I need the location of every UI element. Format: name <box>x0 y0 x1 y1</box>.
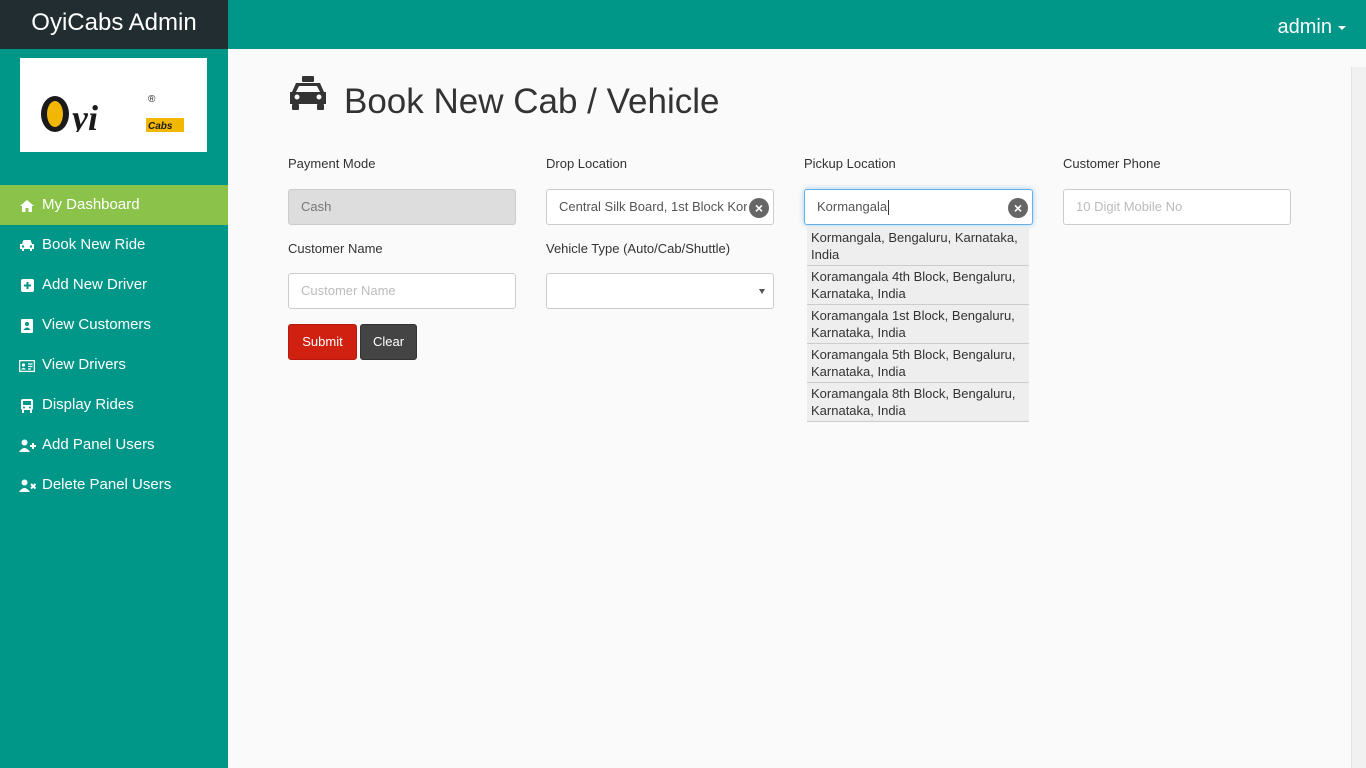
suggestion-line1: Koramangala 8th Block, Bengaluru, <box>811 386 1016 401</box>
suggestion-line2: India <box>811 247 840 262</box>
suggestion-item[interactable]: Koramangala 8th Block, Bengaluru, Karnata… <box>807 383 1029 422</box>
customer-name-label: Customer Name <box>288 241 383 256</box>
sidebar-item-add-panel-users[interactable]: Add Panel Users <box>0 425 228 465</box>
suggestion-line2: Karnataka, India <box>811 286 906 301</box>
suggestion-item[interactable]: Kormangala, Bengaluru, Karnataka, India <box>807 227 1029 266</box>
sidebar-item-display-rides[interactable]: Display Rides <box>0 385 228 425</box>
logo-text: yi <box>68 98 98 132</box>
payment-mode-label: Payment Mode <box>288 156 376 171</box>
user-menu-label: admin <box>1277 16 1332 38</box>
bus-icon <box>18 385 36 425</box>
suggestion-line1: Koramangala 5th Block, Bengaluru, <box>811 347 1016 362</box>
vehicle-type-label: Vehicle Type (Auto/Cab/Shuttle) <box>546 241 731 256</box>
drop-location-value: Central Silk Board, 1st Block Koramangal… <box>559 199 747 214</box>
logo: yi Cabs ® <box>20 58 207 152</box>
customer-phone-placeholder: 10 Digit Mobile No <box>1076 199 1183 214</box>
sidebar-item-add-new-driver[interactable]: Add New Driver <box>0 265 228 305</box>
suggestion-line1: Kormangala, Bengaluru, Karnataka, <box>811 230 1018 245</box>
logo-registered-mark: ® <box>148 94 156 105</box>
page-title-text: Book New Cab / Vehicle <box>344 81 720 121</box>
user-times-icon <box>18 465 36 505</box>
text-cursor <box>888 200 890 216</box>
customer-name-input[interactable]: Customer Name <box>288 273 516 309</box>
clear-button[interactable]: Clear <box>360 324 417 360</box>
suggestion-line1: Koramangala 4th Block, Bengaluru, <box>811 269 1016 284</box>
suggestion-line2: Karnataka, India <box>811 325 906 340</box>
sidebar-nav: My Dashboard Book New Ride Add New Drive… <box>0 185 228 505</box>
customer-name-placeholder: Customer Name <box>301 283 396 298</box>
logo-sub-text: Cabs <box>148 121 173 132</box>
clear-pickup-location-icon[interactable]: × <box>1008 198 1028 218</box>
suggestion-item[interactable]: Koramangala 4th Block, Bengaluru, Karnata… <box>807 266 1029 305</box>
suggestion-line2: Karnataka, India <box>811 403 906 418</box>
pickup-location-label: Pickup Location <box>804 156 896 171</box>
home-icon <box>18 185 36 225</box>
address-book-icon <box>18 305 36 345</box>
sidebar-item-label: Display Rides <box>42 396 134 413</box>
page-title: Book New Cab / Vehicle <box>288 76 720 126</box>
caret-down-icon <box>1338 25 1346 30</box>
sidebar-item-view-drivers[interactable]: View Drivers <box>0 345 228 385</box>
page-scrollbar[interactable] <box>1351 67 1366 768</box>
sidebar-item-label: View Customers <box>42 316 151 333</box>
suggestion-item[interactable]: Koramangala 1st Block, Bengaluru, Karnata… <box>807 305 1029 344</box>
sidebar: yi Cabs ® My Dashboard Book New Ride Add… <box>0 49 228 768</box>
customer-phone-label: Customer Phone <box>1063 156 1161 171</box>
pickup-location-input[interactable]: Kormangala × <box>804 189 1033 225</box>
clear-drop-location-icon[interactable]: × <box>749 198 769 218</box>
sidebar-item-label: My Dashboard <box>42 196 140 213</box>
vehicle-type-select[interactable] <box>546 273 774 309</box>
suggestion-line1: Koramangala 1st Block, Bengaluru, <box>811 308 1015 323</box>
sidebar-item-delete-panel-users[interactable]: Delete Panel Users <box>0 465 228 505</box>
app-title[interactable]: OyiCabs Admin <box>0 0 228 49</box>
drop-location-label: Drop Location <box>546 156 627 171</box>
sidebar-item-my-dashboard[interactable]: My Dashboard <box>0 185 228 225</box>
sidebar-item-view-customers[interactable]: View Customers <box>0 305 228 345</box>
pickup-location-value: Kormangala <box>817 199 888 214</box>
pickup-suggestions-dropdown: Kormangala, Bengaluru, Karnataka, India K… <box>807 227 1029 422</box>
drop-location-input[interactable]: Central Silk Board, 1st Block Koramangal… <box>546 189 774 225</box>
user-menu[interactable]: admin <box>1278 0 1346 49</box>
taxi-icon <box>288 76 328 119</box>
payment-mode-value: Cash <box>301 199 332 214</box>
select-caret-icon <box>759 289 765 294</box>
suggestion-item[interactable]: Koramangala 5th Block, Bengaluru, Karnata… <box>807 344 1029 383</box>
user-plus-icon <box>18 425 36 465</box>
suggestion-line2: Karnataka, India <box>811 364 906 379</box>
submit-button[interactable]: Submit <box>288 324 357 360</box>
sidebar-item-book-new-ride[interactable]: Book New Ride <box>0 225 228 265</box>
customer-phone-input[interactable]: 10 Digit Mobile No <box>1063 189 1291 225</box>
sidebar-item-label: Delete Panel Users <box>42 476 172 493</box>
sidebar-item-label: Add Panel Users <box>42 436 155 453</box>
sidebar-item-label: Add New Driver <box>42 276 148 293</box>
plus-square-icon <box>18 265 36 305</box>
sidebar-item-label: View Drivers <box>42 356 126 373</box>
car-icon <box>18 225 36 265</box>
sidebar-item-label: Book New Ride <box>42 236 146 253</box>
id-card-icon <box>18 345 36 385</box>
payment-mode-field: Cash <box>288 189 516 225</box>
